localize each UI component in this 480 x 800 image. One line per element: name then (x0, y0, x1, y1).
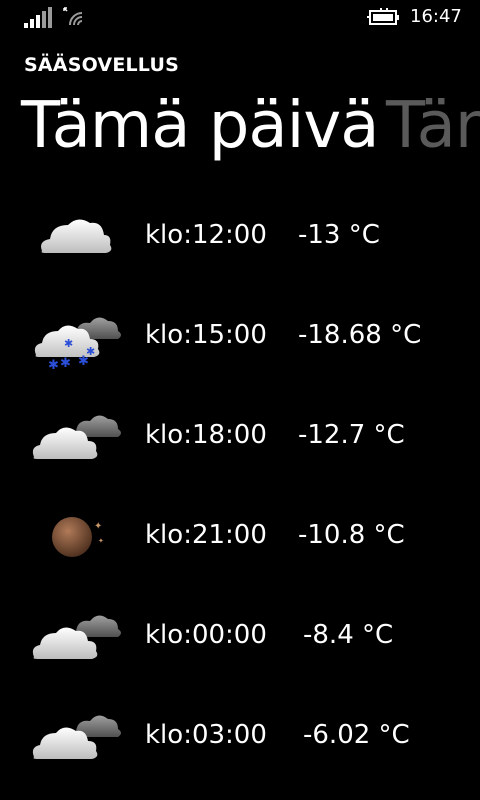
pivot-tab-next[interactable]: Tän (386, 84, 480, 168)
list-item[interactable]: ✱ ✱ ✱ ✱ ✱ klo:15:00 -18.68 °C (0, 285, 480, 385)
partly-cloudy-night-icon (32, 615, 121, 659)
status-bar: 16:47 (0, 0, 480, 34)
app-title: SÄÄSOVELLUS (24, 54, 179, 76)
svg-text:✱: ✱ (86, 345, 95, 358)
forecast-temp: -13 °C (298, 220, 380, 250)
list-item[interactable]: klo:03:00 -6.02 °C (0, 685, 480, 785)
forecast-time: klo:18:00 (145, 420, 267, 450)
forecast-time: klo:15:00 (145, 320, 267, 350)
pivot-header: Tämä päivä Tän (0, 84, 480, 174)
list-item[interactable]: klo:00:00 -8.4 °C (0, 585, 480, 685)
status-clock: 16:47 (410, 6, 462, 27)
list-item[interactable]: klo:18:00 -12.7 °C (0, 385, 480, 485)
forecast-time: klo:00:00 (145, 620, 267, 650)
forecast-temp: -12.7 °C (298, 420, 405, 450)
forecast-time: klo:12:00 (145, 220, 267, 250)
snow-cloud-icon: ✱ ✱ ✱ ✱ ✱ (34, 317, 121, 373)
svg-text:✱: ✱ (60, 356, 71, 371)
forecast-temp: -10.8 °C (298, 520, 405, 550)
wifi-icon (63, 7, 83, 26)
forecast-temp: -6.02 °C (303, 720, 410, 750)
signal-strength-icon (24, 7, 52, 28)
forecast-time: klo:21:00 (145, 520, 267, 550)
svg-text:✦: ✦ (98, 537, 104, 545)
partly-cloudy-night-icon (32, 415, 121, 459)
pivot-tab-today[interactable]: Tämä päivä (21, 84, 379, 168)
list-item[interactable]: klo:12:00 -13 °C (0, 185, 480, 285)
list-item[interactable]: ✦ ✦ klo:21:00 -10.8 °C (0, 485, 480, 585)
svg-text:✱: ✱ (64, 337, 73, 350)
partly-cloudy-night-icon (32, 715, 121, 759)
forecast-temp: -8.4 °C (303, 620, 394, 650)
forecast-time: klo:03:00 (145, 720, 267, 750)
clear-night-moon-icon: ✦ ✦ (52, 517, 104, 557)
svg-text:✱: ✱ (48, 358, 59, 373)
battery-charging-icon (367, 8, 399, 25)
cloudy-icon (41, 219, 112, 253)
forecast-temp: -18.68 °C (298, 320, 422, 350)
svg-text:✦: ✦ (94, 521, 102, 532)
